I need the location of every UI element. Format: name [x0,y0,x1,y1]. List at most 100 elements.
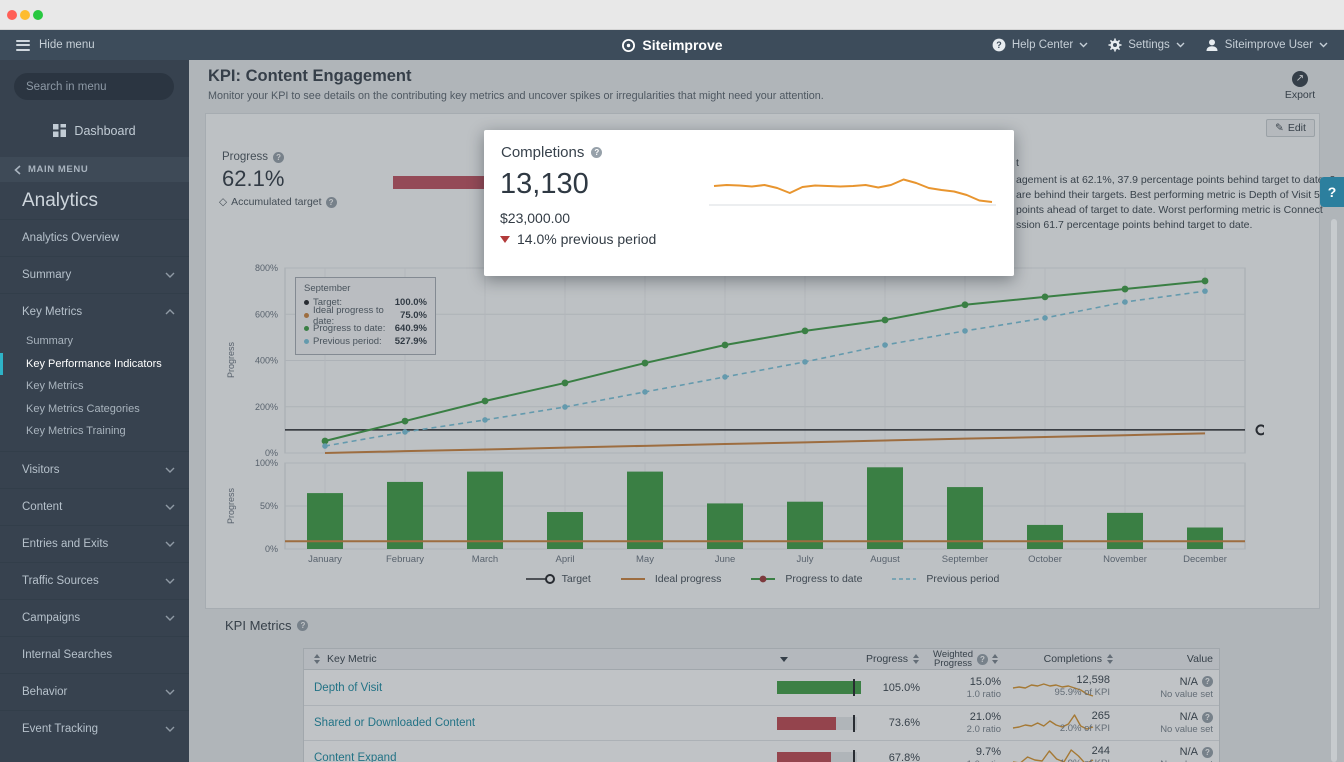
completions-delta: 14.0% previous period [500,231,656,247]
vertical-scrollbar[interactable] [1331,219,1337,762]
column-progress-bar[interactable] [774,657,864,662]
legend-label: Previous period [926,573,999,585]
svg-text:September: September [942,554,988,565]
value-main: N/A? [1118,746,1213,758]
chevron-down-icon [165,726,175,732]
sidebar-item-analytics-overview[interactable]: Analytics Overview [0,219,189,256]
page-subtitle: Monitor your KPI to see details on the c… [208,90,824,102]
export-label: Export [1278,89,1322,101]
sidebar-subitem-summary[interactable]: Summary [0,330,189,353]
chevron-down-icon [165,272,175,278]
sidebar-item-dashboard[interactable]: Dashboard [0,112,189,149]
user-menu[interactable]: Siteimprove User [1205,38,1328,52]
column-weighted-progress[interactable]: WeightedProgress ? [924,650,1009,669]
chevron-down-icon [165,541,175,547]
sidebar-search[interactable] [14,73,174,100]
help-tooltip-icon[interactable]: ? [1202,676,1213,687]
tooltip-value: 640.9% [395,323,427,334]
sidebar-subitem-key-metrics[interactable]: Key Metrics [0,375,189,398]
kpi-metric-link[interactable]: Content Expand [314,752,396,762]
cell-weighted-progress: 21.0%2.0 ratio [924,711,1009,735]
value-text: N/A [1180,746,1198,758]
window-zoom-button[interactable] [33,10,43,20]
sidebar-item-event-tracking[interactable]: Event Tracking [0,710,189,747]
hide-menu-button[interactable]: Hide menu [0,39,95,51]
sidebar-item-label: Content [22,501,62,513]
kpi-metric-link[interactable]: Shared or Downloaded Content [314,717,475,729]
chevron-down-icon [1176,42,1185,48]
chevron-down-icon [165,504,175,510]
cell-progress-bar [774,752,864,762]
help-tooltip-icon[interactable]: ? [273,152,284,163]
sidebar-menu: Analytics OverviewSummaryKey MetricsSumm… [0,219,189,747]
column-progress[interactable]: Progress [864,653,924,665]
help-tooltip-icon[interactable]: ? [297,620,308,631]
sidebar-subitem-key-performance-indicators[interactable]: Key Performance Indicators [0,353,189,376]
chevron-up-icon [165,309,175,315]
sidebar-item-summary[interactable]: Summary [0,256,189,293]
progress-fill [777,681,861,694]
gear-icon [1108,38,1122,52]
svg-text:400%: 400% [255,356,278,366]
arrow-down-icon [500,236,510,243]
help-tooltip-icon[interactable]: ? [1202,712,1213,723]
sort-icon [992,654,999,664]
floating-help-button[interactable]: ? [1320,177,1344,207]
siteimprove-logo-icon [621,38,636,53]
svg-text:Progress: Progress [226,487,236,524]
accumulated-target-toggle[interactable]: ◇ Accumulated target ? [219,196,337,208]
weighted-value: 9.7% [924,746,1001,758]
weighted-value: 21.0% [924,711,1001,723]
completions-value: 13,130 [500,168,589,201]
help-tooltip-icon[interactable]: ? [1202,747,1213,758]
sidebar-subitem-key-metrics-training[interactable]: Key Metrics Training [0,420,189,443]
export-button[interactable]: ↗ Export [1278,68,1322,101]
sidebar-item-internal-searches[interactable]: Internal Searches [0,636,189,673]
column-key-metric[interactable]: Key Metric [304,653,774,665]
edit-button[interactable]: ✎ Edit [1266,119,1315,137]
svg-text:800%: 800% [255,263,278,273]
sidebar-item-campaigns[interactable]: Campaigns [0,599,189,636]
progress-track [777,681,857,694]
svg-text:50%: 50% [260,501,278,511]
sidebar-item-entries-and-exits[interactable]: Entries and Exits [0,525,189,562]
svg-text:October: October [1028,554,1062,565]
sidebar-subitem-key-metrics-categories[interactable]: Key Metrics Categories [0,398,189,421]
sidebar-item-behavior[interactable]: Behavior [0,673,189,710]
window-close-button[interactable] [7,10,17,20]
svg-text:100%: 100% [255,458,278,468]
search-input[interactable] [26,81,180,93]
value-main: N/A? [1118,711,1213,723]
window-minimize-button[interactable] [20,10,30,20]
sidebar-item-key-metrics[interactable]: Key Metrics [0,293,189,330]
help-center-menu[interactable]: ? Help Center [992,38,1088,52]
kpi-metric-link[interactable]: Depth of Visit [314,682,382,694]
table-header: Key Metric Progress WeightedProgress ? C… [304,649,1219,670]
legend-item-previous: Previous period [890,573,999,585]
back-to-main-menu[interactable]: MAIN MENU [0,157,189,182]
help-tooltip-icon[interactable]: ? [977,654,988,665]
chevron-down-icon [1319,42,1328,48]
settings-menu[interactable]: Settings [1108,38,1185,52]
hamburger-icon [16,40,30,51]
progress-fill [777,752,831,762]
help-tooltip-icon[interactable]: ? [591,147,602,158]
completions-numbers: 2652.0% of KPI [1060,710,1110,734]
completions-share: 2.0% of KPI [1060,723,1110,734]
sidebar-item-visitors[interactable]: Visitors [0,451,189,488]
help-tooltip-icon[interactable]: ? [326,197,337,208]
series-swatch [304,300,309,305]
cell-weighted-progress: 15.0%1.0 ratio [924,676,1009,700]
column-completions[interactable]: Completions [1009,649,1118,669]
sidebar-item-traffic-sources[interactable]: Traffic Sources [0,562,189,599]
svg-text:May: May [636,554,654,565]
column-value[interactable]: Value [1118,653,1221,665]
progress-value: 62.1% [222,166,284,192]
legend-item-ideal: Ideal progress [619,573,722,585]
sidebar-item-content[interactable]: Content [0,488,189,525]
sidebar-item-label: Visitors [22,464,60,476]
tooltip-value: 75.0% [400,310,427,321]
cell-value: N/A?No value set [1118,746,1221,762]
help-icon: ? [992,38,1006,52]
sort-icon [314,654,321,664]
